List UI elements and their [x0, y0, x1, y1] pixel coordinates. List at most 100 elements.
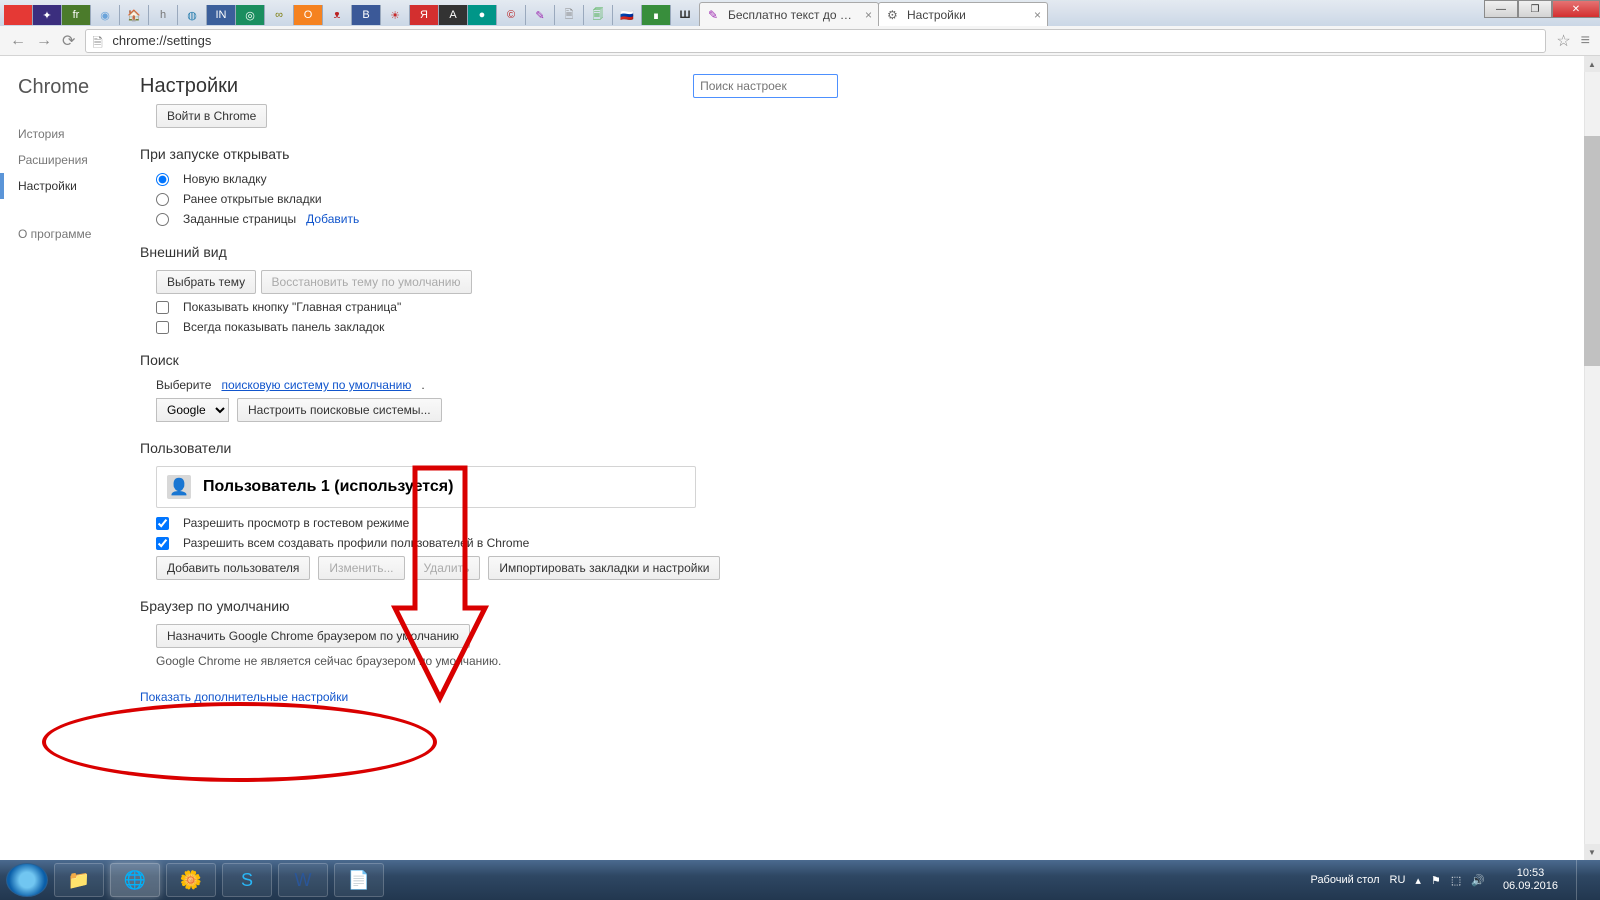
pinned-tab[interactable] [4, 5, 33, 25]
pinned-tabs: ✦ fr ◉ 🏠 h ◍ IN ◎ ∞ O ᴥ B ☀ Я A ● © ✎ 🗎 … [4, 4, 700, 26]
gear-icon: ⚙ [887, 8, 901, 22]
edit-user-button[interactable]: Изменить... [318, 556, 404, 580]
tray-volume-icon[interactable]: 🔊 [1471, 874, 1485, 887]
system-tray: Рабочий стол RU ▴ ⚑ ⬚ 🔊 10:53 06.09.2016 [1310, 860, 1594, 900]
sidebar-item-history[interactable]: История [18, 121, 140, 147]
taskbar-explorer[interactable]: 📁 [54, 863, 104, 897]
pinned-tab[interactable]: 🇷🇺 [613, 5, 642, 25]
taskbar-skype[interactable]: S [222, 863, 272, 897]
toolbar: ← → ⟳ 🗎 chrome://settings ☆ ≡ [0, 26, 1600, 56]
section-default-browser-heading: Браузер по умолчанию [140, 598, 1600, 614]
show-desktop-button[interactable] [1576, 860, 1590, 900]
taskbar-app[interactable]: 🌼 [166, 863, 216, 897]
pinned-tab[interactable]: fr [62, 5, 91, 25]
clock[interactable]: 10:53 06.09.2016 [1495, 867, 1566, 893]
reload-button[interactable]: ⟳ [62, 31, 75, 51]
reset-theme-button[interactable]: Восстановить тему по умолчанию [261, 270, 472, 294]
tray-action-icon[interactable]: ⬚ [1451, 874, 1461, 887]
scroll-up-button[interactable]: ▲ [1584, 56, 1600, 72]
pinned-tab[interactable]: Я [410, 5, 439, 25]
window-controls: — ❐ ✕ [1484, 0, 1600, 18]
taskbar-app2[interactable]: 📄 [334, 863, 384, 897]
tab-settings[interactable]: ⚙ Настройки × [878, 2, 1048, 26]
pinned-tab[interactable]: ◍ [178, 5, 207, 25]
settings-search-input[interactable] [693, 74, 838, 98]
sidebar-item-settings[interactable]: Настройки [0, 173, 140, 199]
delete-user-button[interactable]: Удалить [413, 556, 481, 580]
make-default-browser-button[interactable]: Назначить Google Chrome браузером по умо… [156, 624, 470, 648]
manage-search-engines-button[interactable]: Настроить поисковые системы... [237, 398, 442, 422]
pinned-tab[interactable]: ✦ [33, 5, 62, 25]
choose-theme-button[interactable]: Выбрать тему [156, 270, 256, 294]
add-pages-link[interactable]: Добавить [306, 212, 359, 226]
sidebar-item-extensions[interactable]: Расширения [18, 147, 140, 173]
section-search-heading: Поиск [140, 352, 1600, 368]
radio-continue[interactable]: Ранее открытые вкладки [156, 192, 1600, 206]
pinned-tab[interactable]: © [497, 5, 526, 25]
address-bar[interactable]: 🗎 chrome://settings [85, 29, 1546, 53]
checkbox-bookmarks-bar[interactable]: Всегда показывать панель закладок [156, 320, 1600, 334]
pinned-tab[interactable]: ◉ [91, 5, 120, 25]
pinned-tab[interactable]: ◎ [236, 5, 265, 25]
search-engine-select[interactable]: Google [156, 398, 229, 422]
tab-text[interactable]: ✎ Бесплатно текст до 2 000 × [699, 2, 879, 26]
pinned-tab[interactable]: A [439, 5, 468, 25]
add-user-button[interactable]: Добавить пользователя [156, 556, 310, 580]
tab-label: Настройки [907, 8, 966, 22]
show-desktop-label[interactable]: Рабочий стол [1310, 874, 1379, 886]
pinned-tab[interactable]: 🏠 [120, 5, 149, 25]
show-advanced-link[interactable]: Показать дополнительные настройки [140, 690, 348, 704]
checkbox-allow-profiles[interactable]: Разрешить всем создавать профили пользов… [156, 536, 1600, 550]
radio-new-tab[interactable]: Новую вкладку [156, 172, 1600, 186]
pinned-tab[interactable]: ✎ [526, 5, 555, 25]
page-icon: 🗎 [92, 34, 106, 48]
checkbox-guest-mode[interactable]: Разрешить просмотр в гостевом режиме [156, 516, 1600, 530]
back-button[interactable]: ← [10, 32, 26, 50]
taskbar-chrome[interactable]: 🌐 [110, 863, 160, 897]
scroll-down-button[interactable]: ▼ [1584, 844, 1600, 860]
windows-taskbar: 📁 🌐 🌼 S W 📄 Рабочий стол RU ▴ ⚑ ⬚ 🔊 10:5… [0, 860, 1600, 900]
tray-up-icon[interactable]: ▴ [1415, 874, 1421, 887]
pinned-tab[interactable]: B [352, 5, 381, 25]
pinned-tab[interactable]: ∎ [642, 5, 671, 25]
signin-chrome-button[interactable]: Войти в Chrome [156, 104, 267, 128]
import-bookmarks-button[interactable]: Импортировать закладки и настройки [488, 556, 720, 580]
language-indicator[interactable]: RU [1390, 874, 1406, 886]
close-tab-icon[interactable]: × [1034, 8, 1041, 22]
browser-tabstrip: ✦ fr ◉ 🏠 h ◍ IN ◎ ∞ O ᴥ B ☀ Я A ● © ✎ 🗎 … [0, 0, 1600, 26]
radio-set-pages[interactable]: Заданные страницы Добавить [156, 212, 1600, 226]
taskbar-word[interactable]: W [278, 863, 328, 897]
bookmark-star-icon[interactable]: ☆ [1556, 31, 1570, 51]
pinned-tab[interactable]: ☀ [381, 5, 410, 25]
pinned-tab[interactable]: ● [468, 5, 497, 25]
close-window-button[interactable]: ✕ [1552, 0, 1600, 18]
forward-button[interactable]: → [36, 32, 52, 50]
pinned-tab[interactable]: 🗎 [555, 5, 584, 25]
page-title: Настройки [140, 75, 238, 98]
pinned-tab[interactable]: Ш [671, 5, 700, 25]
avatar-icon: 👤 [167, 475, 191, 499]
settings-main: Настройки Войти в Chrome При запуске отк… [140, 56, 1600, 860]
checkbox-home-button[interactable]: Показывать кнопку "Главная страница" [156, 300, 1600, 314]
sidebar: Chrome История Расширения Настройки О пр… [0, 56, 140, 860]
pinned-tab[interactable]: h [149, 5, 178, 25]
pinned-tab[interactable]: O [294, 5, 323, 25]
minimize-button[interactable]: — [1484, 0, 1518, 18]
start-button[interactable] [6, 863, 48, 897]
current-user-box[interactable]: 👤 Пользователь 1 (используется) [156, 466, 696, 508]
maximize-button[interactable]: ❐ [1518, 0, 1552, 18]
pinned-tab[interactable]: ∞ [265, 5, 294, 25]
pinned-tab[interactable]: 🗐 [584, 5, 613, 25]
menu-icon[interactable]: ≡ [1581, 32, 1590, 50]
tray-flag-icon[interactable]: ⚑ [1431, 874, 1441, 887]
pinned-tab[interactable]: ᴥ [323, 5, 352, 25]
pinned-tab[interactable]: IN [207, 5, 236, 25]
tab-label: Бесплатно текст до 2 000 [728, 8, 856, 22]
section-appearance-heading: Внешний вид [140, 244, 1600, 260]
sidebar-item-about[interactable]: О программе [18, 221, 140, 247]
close-tab-icon[interactable]: × [865, 8, 872, 22]
section-users-heading: Пользователи [140, 440, 1600, 456]
scrollbar-thumb[interactable] [1584, 136, 1600, 366]
default-search-link[interactable]: поисковую систему по умолчанию [221, 378, 411, 392]
brand-title: Chrome [18, 76, 140, 99]
